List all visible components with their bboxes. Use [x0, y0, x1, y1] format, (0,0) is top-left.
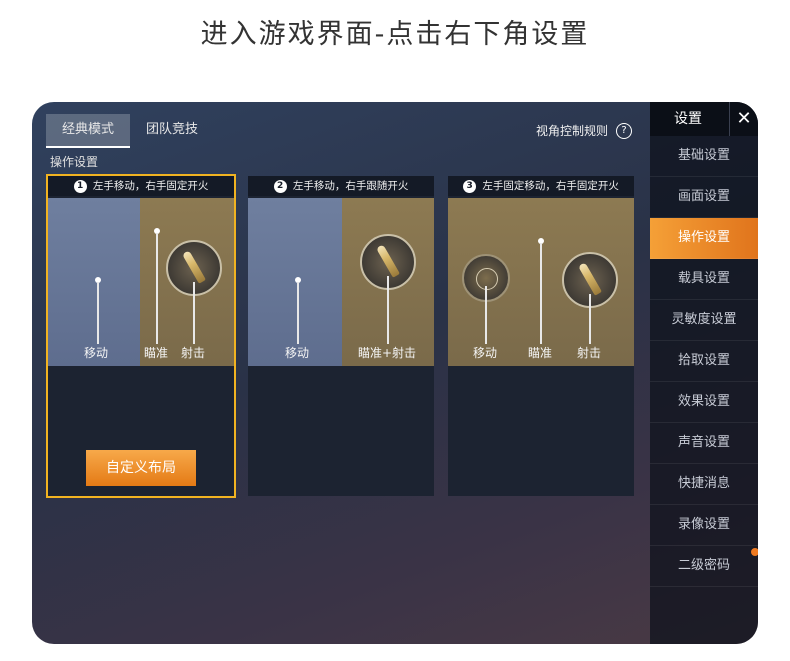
sidebar-item-graphics[interactable]: 画面设置: [650, 177, 758, 218]
move-pointer-line: [97, 282, 99, 344]
move-pointer-line: [297, 282, 299, 344]
sidebar-item-effects[interactable]: 效果设置: [650, 382, 758, 423]
move-label: 移动: [84, 346, 109, 360]
control-scheme-card-3[interactable]: 3 左手固定移动，右手固定开火 移动 瞄准 射击: [448, 176, 634, 496]
page-heading: 进入游戏界面-点击右下角设置: [200, 19, 590, 50]
custom-layout-button[interactable]: 自定义布局: [86, 450, 196, 486]
sidebar-item-quick-messages[interactable]: 快捷消息: [650, 464, 758, 505]
layout-preview: 移动 瞄准 射击: [48, 198, 234, 366]
card-title: 左手固定移动，右手固定开火: [482, 180, 619, 192]
bullet-icon: [182, 250, 206, 284]
aim-pointer-line: [156, 233, 158, 344]
control-scheme-card-2[interactable]: 2 左手移动，右手跟随开火 移动 瞄准+射击: [248, 176, 434, 496]
move-label: 移动: [473, 346, 498, 360]
close-icon[interactable]: ✕: [729, 102, 758, 136]
bullet-icon: [376, 244, 400, 278]
scheme-number-badge: 1: [73, 179, 87, 193]
scheme-number-badge: 2: [273, 179, 287, 193]
bullet-icon: [578, 262, 602, 296]
sidebar-item-vehicle[interactable]: 载具设置: [650, 259, 758, 300]
aim-fire-pointer-line: [387, 276, 389, 344]
tab-team-battle[interactable]: 团队竞技: [130, 114, 214, 146]
settings-sidebar: 设置 ✕ 基础设置 画面设置 操作设置 载具设置 灵敏度设置 拾取设置 效果设置…: [650, 102, 758, 644]
card-title: 左手移动，右手固定开火: [92, 180, 209, 192]
card-header: 2 左手移动，右手跟随开火: [248, 176, 434, 196]
fire-label: 射击: [577, 346, 602, 360]
game-settings-screen: 经典模式 团队竞技 视角控制规则 ? 操作设置 1 左手移动，右手固定开火 移动…: [32, 102, 758, 644]
view-control-rules-label: 视角控制规则: [535, 124, 608, 138]
sidebar-item-basic[interactable]: 基础设置: [650, 136, 758, 177]
card-header: 3 左手固定移动，右手固定开火: [448, 176, 634, 196]
sidebar-item-controls[interactable]: 操作设置: [650, 218, 758, 259]
sidebar-item-audio[interactable]: 声音设置: [650, 423, 758, 464]
control-scheme-card-1[interactable]: 1 左手移动，右手固定开火 移动 瞄准 射击 自定义布局: [46, 174, 236, 498]
notification-dot: [751, 548, 758, 556]
section-title: 操作设置: [50, 155, 99, 169]
fire-label: 射击: [181, 346, 206, 360]
mode-tabs: 经典模式 团队竞技: [46, 114, 214, 148]
aim-pointer-line: [540, 243, 542, 344]
scheme-number-badge: 3: [463, 179, 477, 193]
move-zone: [48, 198, 140, 366]
tab-classic-mode[interactable]: 经典模式: [46, 114, 131, 148]
card-header: 1 左手移动，右手固定开火: [48, 176, 234, 196]
card-title: 左手移动，右手跟随开火: [292, 180, 409, 192]
move-pointer-line: [485, 286, 487, 344]
layout-preview: 移动 瞄准+射击: [248, 198, 434, 366]
fire-pointer-line: [193, 282, 195, 344]
help-icon[interactable]: ?: [616, 122, 632, 139]
sidebar-item-pickup[interactable]: 拾取设置: [650, 341, 758, 382]
layout-preview: 移动 瞄准 射击: [448, 198, 634, 366]
aim-fire-label: 瞄准+射击: [358, 346, 417, 360]
view-control-rules-link[interactable]: 视角控制规则 ?: [536, 122, 632, 139]
fire-pointer-line: [589, 294, 591, 344]
sidebar-item-replay[interactable]: 录像设置: [650, 505, 758, 546]
joystick-ring: [476, 268, 498, 290]
aim-label: 瞄准: [144, 346, 169, 360]
sidebar-item-secondary-password[interactable]: 二级密码: [650, 546, 758, 587]
aim-label: 瞄准: [528, 346, 553, 360]
move-label: 移动: [285, 346, 310, 360]
sidebar-item-sensitivity[interactable]: 灵敏度设置: [650, 300, 758, 341]
